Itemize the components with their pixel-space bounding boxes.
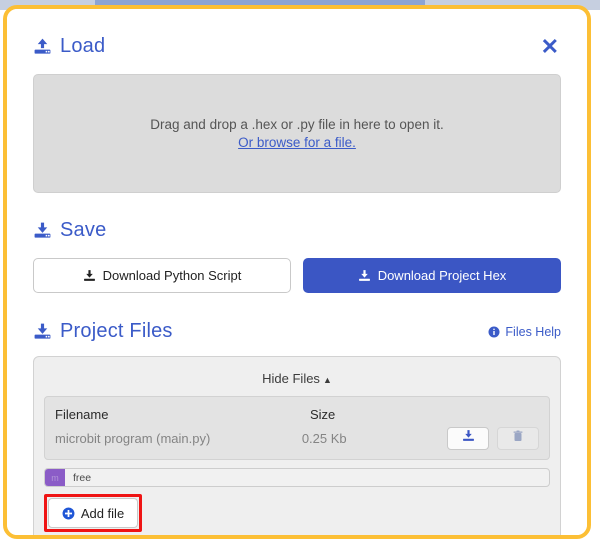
column-header-size: Size: [310, 406, 336, 422]
add-file-highlight-annotation: Add file: [44, 494, 142, 532]
save-section-header: Save: [33, 219, 561, 242]
browse-file-link[interactable]: Or browse for a file.: [238, 135, 356, 150]
file-delete-button[interactable]: [497, 426, 539, 450]
download-python-script-button[interactable]: Download Python Script: [33, 258, 291, 293]
download-icon: [33, 221, 52, 240]
plus-circle-icon: [62, 507, 75, 520]
hide-files-toggle[interactable]: Hide Files ▲: [44, 367, 550, 396]
column-header-filename: Filename: [55, 406, 109, 422]
save-button-group: Download Python Script Download Project …: [33, 258, 561, 293]
project-files-panel: Hide Files ▲ Filename Size microbit progr…: [33, 356, 561, 535]
files-help-link[interactable]: Files Help: [488, 325, 561, 339]
table-row: microbit program (main.py) 0.25 Kb: [55, 425, 539, 451]
download-icon: [358, 269, 371, 282]
save-title: Save: [60, 219, 107, 241]
table-header-row: Filename Size: [55, 403, 539, 425]
files-table: Filename Size microbit program (main.py)…: [44, 396, 550, 460]
row-actions: [447, 426, 539, 450]
download-python-script-label: Download Python Script: [102, 268, 242, 283]
storage-usage-bar: m free: [44, 468, 550, 487]
file-dropzone[interactable]: Drag and drop a .hex or .py file in here…: [33, 74, 561, 193]
info-icon: [488, 326, 500, 338]
hide-files-label: Hide Files: [262, 371, 320, 386]
project-files-title: Project Files: [60, 320, 173, 342]
load-section-header: Load ✕: [33, 35, 561, 58]
project-files-title-group: Project Files: [33, 320, 173, 343]
storage-free-label: free: [73, 471, 92, 484]
dialog-body: Load ✕ Drag and drop a .hex or .py file …: [7, 9, 587, 535]
chevron-up-icon: ▲: [322, 374, 332, 385]
load-title: Load: [60, 35, 106, 57]
project-files-section-header: Project Files Files Help: [33, 320, 561, 343]
file-name: microbit program (main.py): [55, 430, 211, 446]
load-save-dialog: Load ✕ Drag and drop a .hex or .py file …: [3, 5, 591, 539]
add-file-button[interactable]: Add file: [48, 498, 138, 528]
trash-icon: [512, 429, 524, 447]
file-download-button[interactable]: [447, 426, 489, 450]
storage-used-segment: m: [45, 469, 65, 486]
download-icon: [83, 269, 96, 282]
download-project-hex-label: Download Project Hex: [377, 268, 507, 283]
file-size: 0.25 Kb: [301, 430, 347, 446]
download-project-hex-button[interactable]: Download Project Hex: [303, 258, 561, 293]
load-title-group: Load: [33, 35, 105, 58]
download-icon: [462, 429, 475, 447]
download-icon: [33, 322, 52, 341]
files-help-label: Files Help: [505, 324, 561, 339]
add-file-label: Add file: [80, 505, 125, 521]
dropzone-instruction: Drag and drop a .hex or .py file in here…: [150, 117, 444, 132]
close-icon[interactable]: ✕: [539, 35, 561, 58]
upload-icon: [33, 37, 52, 56]
